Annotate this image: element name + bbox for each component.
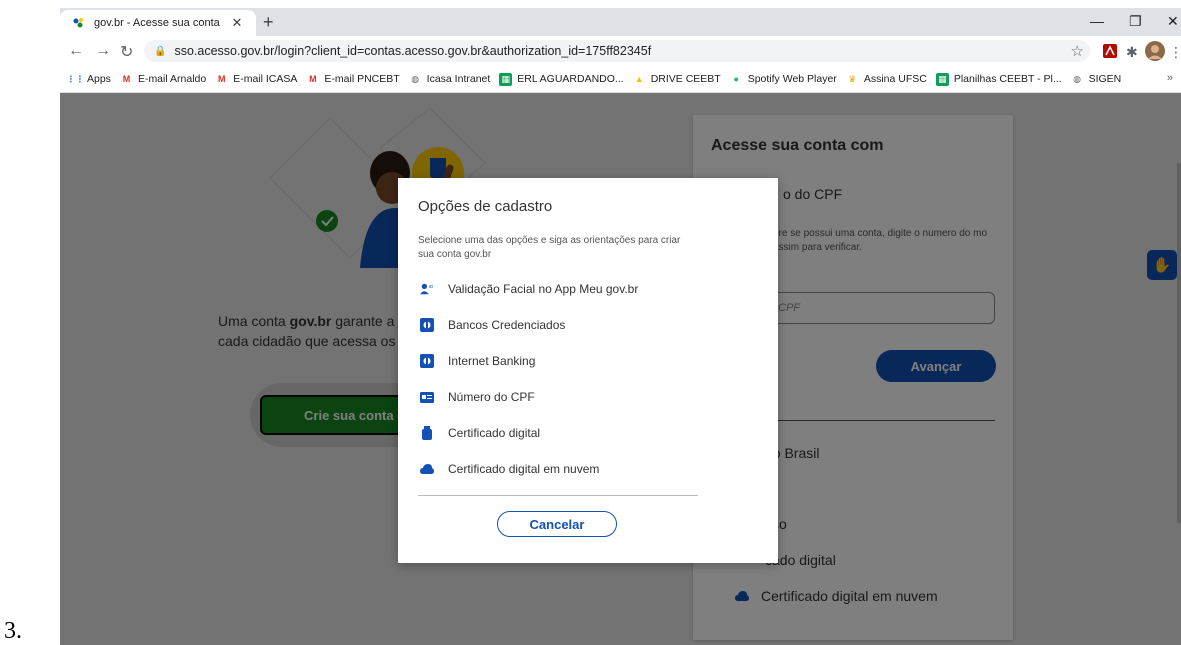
modal-option[interactable]: Bancos Credenciados: [420, 318, 565, 332]
govbr-favicon-icon: [73, 18, 83, 28]
globe-icon: ◍: [1073, 73, 1082, 84]
bookmark-item[interactable]: ▦ Planilhas CEEBT - Pl...: [935, 72, 1062, 86]
extensions-puzzle-icon[interactable]: ✱: [1126, 44, 1138, 61]
bookmark-label: SIGEN: [1088, 73, 1122, 85]
back-icon[interactable]: ←: [68, 42, 84, 60]
usb-token-icon: [420, 426, 434, 440]
bookmark-item[interactable]: M E-mail ICASA: [215, 73, 297, 86]
document-number: 3.: [4, 618, 22, 644]
facial-id-icon: ID: [420, 282, 434, 296]
bookmark-item[interactable]: M E-mail Arnaldo: [120, 73, 207, 86]
bookmark-item[interactable]: ◍ Icasa Intranet: [409, 73, 491, 86]
modal-title: Opções de cadastro: [418, 198, 553, 215]
modal-option[interactable]: Número do CPF: [420, 390, 535, 404]
browser-toolbar: ← → ↻ 🔒 sso.acesso.gov.br/login?client_i…: [60, 36, 1181, 66]
acrobat-extension-icon[interactable]: [1103, 44, 1117, 61]
modal-option[interactable]: ID Validação Facial no App Meu gov.br: [420, 282, 638, 296]
sheets-icon: ▦: [935, 72, 949, 86]
drive-icon: ▲: [634, 74, 644, 84]
cancel-button[interactable]: Cancelar: [497, 511, 617, 537]
tab-strip: gov.br - Acesse sua conta ✕ + — ❐ ✕: [60, 8, 1181, 36]
minimize-icon[interactable]: —: [1090, 13, 1104, 29]
modal-option-label: Certificado digital em nuvem: [448, 462, 600, 476]
bookmark-item[interactable]: ▦ ERL AGUARDANDO...: [499, 72, 624, 86]
tab-title: gov.br - Acesse sua conta: [94, 17, 220, 29]
modal-option-label: Certificado digital: [448, 426, 541, 440]
bookmark-item[interactable]: ● Spotify Web Player: [730, 73, 837, 86]
reload-icon[interactable]: ↻: [120, 42, 133, 62]
bookmark-item[interactable]: ♛ Assina UFSC: [846, 73, 927, 86]
modal-option[interactable]: Certificado digital: [420, 426, 540, 440]
bookmark-star-icon[interactable]: ☆: [1071, 42, 1084, 60]
bookmark-label: ERL AGUARDANDO...: [517, 73, 624, 85]
bookmark-item[interactable]: ⋮⋮ Apps: [66, 73, 111, 86]
modal-option-label: Bancos Credenciados: [448, 318, 566, 332]
gmail-icon: M: [309, 74, 317, 84]
bookmark-label: DRIVE CEEBT: [650, 73, 721, 85]
svg-text:ID: ID: [429, 284, 433, 289]
bookmarks-overflow-icon[interactable]: »: [1167, 72, 1173, 84]
registration-options-modal: Opções de cadastro Selecione uma das opç…: [398, 178, 778, 563]
lock-icon: 🔒: [154, 45, 167, 57]
tab-active[interactable]: gov.br - Acesse sua conta ✕: [60, 10, 256, 36]
bookmark-label: E-mail PNCEBT: [324, 73, 400, 85]
globe-icon: ◍: [411, 73, 420, 84]
tab-close-icon[interactable]: ✕: [228, 15, 246, 31]
gmail-icon: M: [217, 74, 226, 84]
browser-menu-icon[interactable]: ⋮: [1169, 44, 1181, 61]
modal-option-label: Validação Facial no App Meu gov.br: [448, 282, 639, 296]
sheets-icon: ▦: [499, 72, 513, 86]
bookmark-label: Icasa Intranet: [426, 73, 491, 85]
bookmark-label: E-mail Arnaldo: [137, 73, 207, 85]
bookmark-label: Assina UFSC: [863, 73, 927, 85]
bookmark-item[interactable]: ◍ SIGEN: [1071, 73, 1122, 86]
ufsc-icon: ♛: [848, 73, 857, 84]
modal-divider: [418, 495, 698, 496]
forward-icon[interactable]: →: [95, 42, 111, 60]
id-card-icon: [420, 390, 434, 404]
modal-option[interactable]: Certificado digital em nuvem: [420, 462, 599, 476]
modal-option[interactable]: Internet Banking: [420, 354, 535, 368]
bookmarks-bar: ⋮⋮ Apps M E-mail Arnaldo M E-mail ICASA M E-mai…: [60, 66, 1181, 93]
bookmark-label: E-mail ICASA: [233, 73, 298, 85]
close-window-icon[interactable]: ✕: [1167, 13, 1179, 30]
bookmark-item[interactable]: M E-mail PNCEBT: [306, 73, 400, 86]
modal-option-label: Internet Banking: [448, 354, 536, 368]
address-bar[interactable]: 🔒 sso.acesso.gov.br/login?client_id=cont…: [144, 40, 1090, 62]
bookmark-label: Apps: [87, 73, 111, 85]
bookmark-label: Planilhas CEEBT - Pl...: [953, 73, 1062, 85]
bookmark-label: Spotify Web Player: [747, 73, 837, 85]
modal-subtitle: Selecione uma das opções e siga as orien…: [418, 235, 681, 260]
bank-icon: [420, 318, 434, 332]
gmail-icon: M: [122, 74, 131, 84]
bookmark-item[interactable]: ▲ DRIVE CEEBT: [633, 73, 721, 86]
bank-icon: [420, 354, 434, 368]
profile-avatar[interactable]: [1145, 41, 1165, 64]
cloud-icon: [420, 462, 434, 476]
url-text: sso.acesso.gov.br/login?client_id=contas…: [174, 44, 652, 58]
new-tab-icon[interactable]: +: [263, 12, 274, 33]
apps-grid-icon: ⋮⋮: [66, 73, 85, 84]
restore-icon[interactable]: ❐: [1129, 13, 1142, 30]
modal-option-label: Número do CPF: [448, 390, 535, 404]
spotify-icon: ●: [733, 74, 739, 84]
